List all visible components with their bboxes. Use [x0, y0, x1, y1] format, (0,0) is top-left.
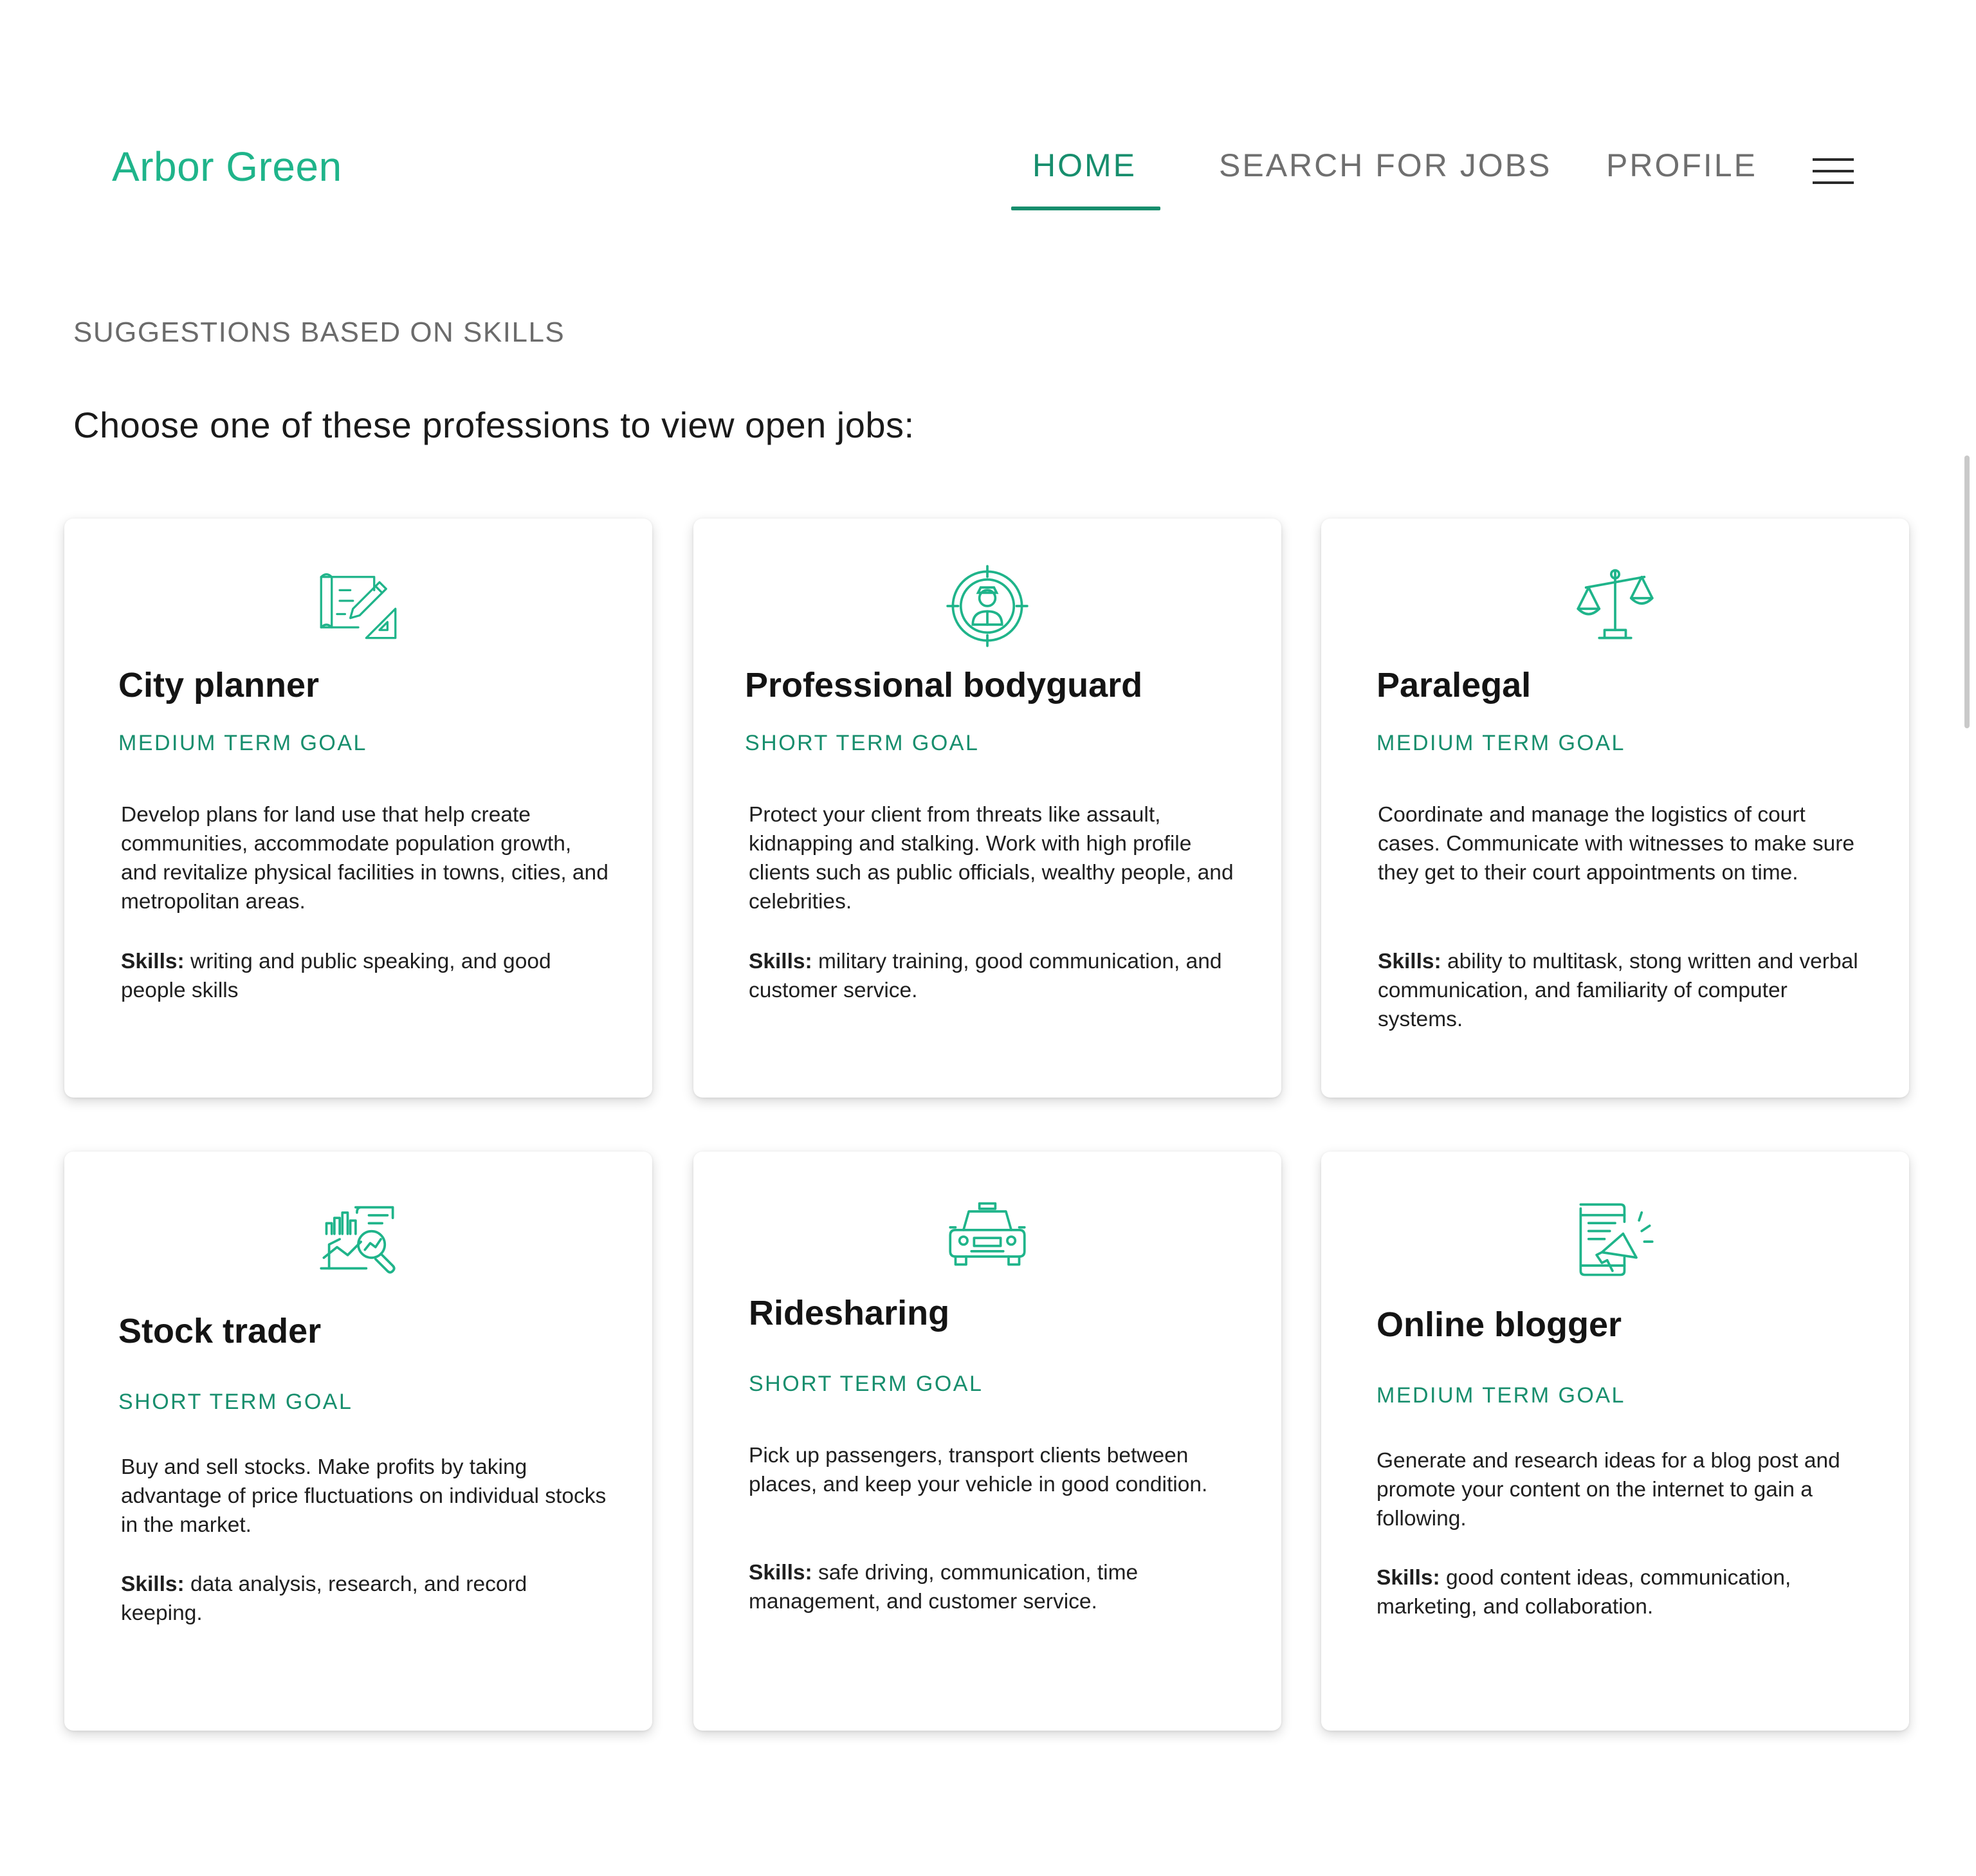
section-label: SUGGESTIONS BASED ON SKILLS — [73, 317, 565, 348]
goal-badge: SHORT TERM GOAL — [118, 1390, 353, 1414]
goal-badge: SHORT TERM GOAL — [749, 1372, 983, 1396]
bodyguard-target-icon — [693, 564, 1281, 647]
nav-active-indicator — [1011, 207, 1160, 210]
card-skills: Skills: writing and public speaking, and… — [121, 947, 610, 1005]
goal-badge: SHORT TERM GOAL — [745, 731, 980, 755]
skills-label: Skills: — [1377, 1566, 1440, 1590]
vertical-scrollbar[interactable] — [1964, 455, 1970, 728]
card-title: Ridesharing — [749, 1294, 950, 1332]
goal-badge: MEDIUM TERM GOAL — [118, 731, 367, 755]
card-description: Pick up passengers, transport clients be… — [749, 1444, 1208, 1496]
goal-badge: MEDIUM TERM GOAL — [1377, 1383, 1625, 1408]
goal-badge: MEDIUM TERM GOAL — [1377, 731, 1625, 755]
card-description: Buy and sell stocks. Make profits by tak… — [121, 1455, 607, 1537]
skills-label: Skills: — [1378, 950, 1441, 973]
profession-card-professional-bodyguard[interactable]: Professional bodyguard SHORT TERM GOAL P… — [693, 519, 1281, 1098]
card-title: City planner — [118, 666, 320, 704]
profession-card-ridesharing[interactable]: Ridesharing SHORT TERM GOAL Pick up pass… — [693, 1152, 1281, 1731]
page-subtitle: Choose one of these professions to view … — [73, 405, 915, 445]
scales-of-justice-icon — [1321, 561, 1909, 645]
profession-card-online-blogger[interactable]: Online blogger MEDIUM TERM GOAL Generate… — [1321, 1152, 1909, 1731]
skills-label: Skills: — [121, 1572, 185, 1596]
skills-text: military training, good communication, a… — [749, 950, 1222, 1002]
card-skills: Skills: ability to multitask, stong writ… — [1378, 947, 1867, 1034]
hamburger-menu-icon[interactable] — [1813, 158, 1854, 184]
skills-text: writing and public speaking, and good pe… — [121, 950, 551, 1002]
card-title: Stock trader — [118, 1312, 322, 1350]
skills-label: Skills: — [749, 950, 812, 973]
stock-analysis-icon — [64, 1194, 652, 1278]
profession-card-city-planner[interactable]: City planner MEDIUM TERM GOAL Develop pl… — [64, 519, 652, 1098]
card-title: Online blogger — [1377, 1305, 1622, 1344]
nav-home[interactable]: HOME — [1032, 147, 1137, 184]
blueprint-pencil-icon — [64, 561, 652, 645]
card-description: Generate and research ideas for a blog p… — [1377, 1449, 1840, 1531]
nav-profile[interactable]: PROFILE — [1606, 147, 1757, 184]
skills-label: Skills: — [121, 950, 185, 973]
card-skills: Skills: military training, good communic… — [749, 947, 1238, 1005]
card-skills: Skills: safe driving, communication, tim… — [749, 1558, 1238, 1616]
card-description: Coordinate and manage the logistics of c… — [1378, 803, 1855, 885]
profession-card-paralegal[interactable]: Paralegal MEDIUM TERM GOAL Coordinate an… — [1321, 519, 1909, 1098]
nav-search-for-jobs[interactable]: SEARCH FOR JOBS — [1219, 147, 1551, 184]
skills-label: Skills: — [749, 1561, 812, 1585]
card-skills: Skills: good content ideas, communicatio… — [1377, 1563, 1865, 1621]
skills-text: ability to multitask, stong written and … — [1378, 950, 1858, 1031]
card-description: Protect your client from threats like as… — [749, 803, 1234, 914]
phone-megaphone-icon — [1321, 1199, 1909, 1283]
profession-card-stock-trader[interactable]: Stock trader SHORT TERM GOAL Buy and sel… — [64, 1152, 652, 1731]
card-description: Develop plans for land use that help cre… — [121, 803, 608, 914]
card-skills: Skills: data analysis, research, and rec… — [121, 1570, 610, 1628]
taxi-car-icon — [693, 1190, 1281, 1274]
card-title: Paralegal — [1377, 666, 1532, 704]
card-title: Professional bodyguard — [745, 666, 1143, 704]
main-nav: HOME SEARCH FOR JOBS PROFILE — [0, 147, 1976, 217]
